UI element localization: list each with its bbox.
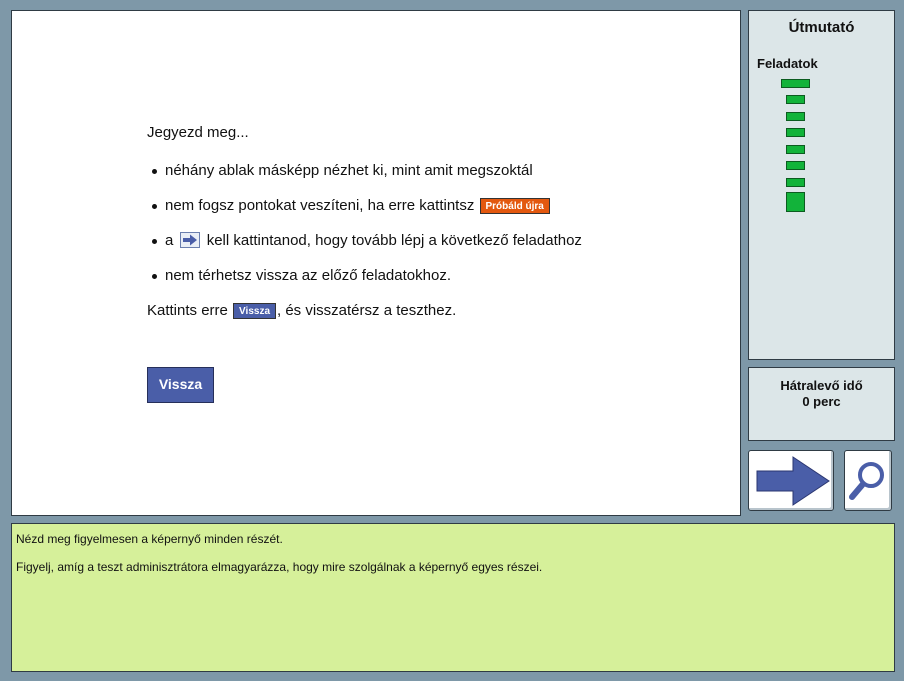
time-remaining-panel: Hátralevő idő 0 perc — [748, 367, 895, 441]
notice-content: Jegyezd meg... néhány ablak másképp nézh… — [147, 124, 707, 320]
notice-item-windows-text: néhány ablak másképp nézhet ki, mint ami… — [165, 162, 533, 179]
guide-sidebar: Útmutató Feladatok — [748, 10, 895, 360]
notice-item-next-prefix: a — [165, 232, 174, 249]
notice-item-noback: nem térhetsz vissza az előző feladatokho… — [147, 267, 707, 285]
notice-item-next: a kell kattintanod, hogy tovább lépj a k… — [147, 232, 707, 250]
back-button[interactable]: Vissza — [147, 367, 214, 403]
time-remaining-value: 0 perc — [802, 394, 841, 409]
task-indicator — [786, 111, 805, 121]
notice-outro-suffix: , és visszatérsz a teszthez. — [277, 302, 457, 319]
magnifier-icon — [849, 462, 884, 500]
task-indicator — [786, 192, 805, 212]
next-task-button[interactable] — [748, 450, 834, 511]
tasks-label: Feladatok — [757, 56, 818, 71]
notice-list: néhány ablak másképp nézhet ki, mint ami… — [147, 162, 707, 285]
time-remaining-label: Hátralevő idő — [780, 378, 863, 393]
notice-item-points: nem fogsz pontokat veszíteni, ha erre ka… — [147, 197, 707, 215]
instructions-line-1: Nézd meg figyelmesen a képernyő minden r… — [16, 532, 283, 546]
task-indicator — [786, 95, 805, 104]
right-arrow-icon — [756, 456, 830, 506]
instructions-line-2: Figyelj, amíg a teszt adminisztrátora el… — [16, 560, 543, 574]
notice-intro: Jegyezd meg... — [147, 124, 249, 141]
notice-outro: Kattints erre Vissza, és visszatérsz a t… — [147, 302, 707, 320]
notice-item-windows: néhány ablak másképp nézhet ki, mint ami… — [147, 162, 707, 180]
notice-item-next-text: kell kattintanod, hogy tovább lépj a köv… — [206, 232, 582, 249]
notice-outro-prefix: Kattints erre — [147, 302, 228, 319]
task-indicator — [786, 178, 805, 187]
right-arrow-icon — [179, 232, 200, 249]
task-indicator — [781, 79, 810, 88]
retry-button-sample: Próbáld újra — [479, 198, 550, 215]
task-indicator — [786, 144, 805, 154]
task-indicator — [786, 128, 805, 138]
notice-item-points-text: nem fogsz pontokat veszíteni, ha erre ka… — [165, 197, 475, 214]
main-content-panel: Jegyezd meg... néhány ablak másképp nézh… — [11, 10, 741, 516]
notice-item-noback-text: nem térhetsz vissza az előző feladatokho… — [165, 267, 451, 284]
sidebar-title: Útmutató — [788, 19, 855, 36]
task-indicator — [786, 161, 805, 171]
zoom-button[interactable] — [844, 450, 892, 511]
back-button-sample: Vissza — [233, 303, 276, 320]
instructions-panel: Nézd meg figyelmesen a képernyő minden r… — [11, 523, 895, 672]
